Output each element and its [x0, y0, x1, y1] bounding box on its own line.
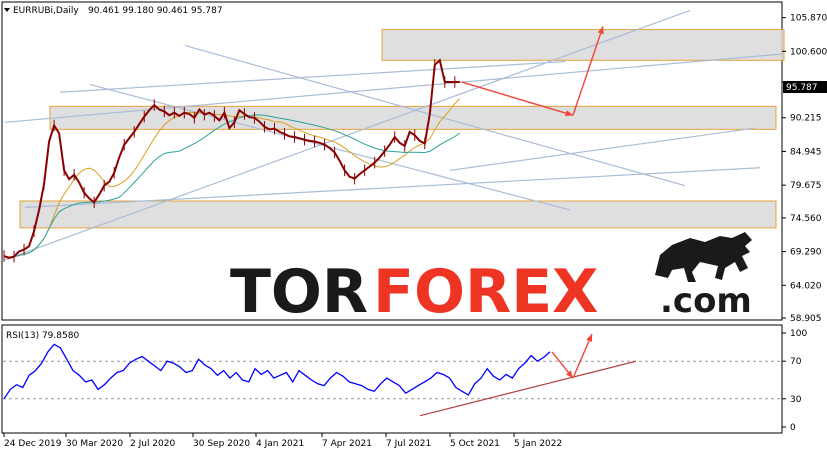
zone-2 [19, 200, 777, 229]
price-tick-label-1: 100.600 [790, 47, 827, 57]
price-tick-label-0: 105.870 [790, 14, 827, 24]
watermark-forex: FOREX [373, 257, 598, 327]
zone-0 [381, 29, 785, 61]
price-tick-label-4: 84.945 [790, 147, 822, 157]
rsi-panel [1, 324, 783, 434]
price-tick-label-5: 79.675 [790, 181, 822, 191]
rsi-tick-label-0: 100 [790, 329, 807, 339]
time-tick-label-7: 5 Oct 2021 [450, 439, 500, 449]
price-tick-label-8: 64.020 [790, 281, 822, 291]
price-axis: 105.870 100.600 90.215 84.945 79.675 74.560 69… [782, 14, 827, 324]
time-tick-label-6: 7 Jul 2021 [386, 439, 431, 449]
rsi-tick-label-2: 30 [790, 395, 802, 405]
time-tick-label-8: 5 Jan 2022 [514, 439, 562, 449]
time-tick-label-2: 2 Jul 2020 [130, 439, 175, 449]
symbol-label: EURRUBi,Daily [13, 6, 79, 16]
rsi-label: RSI(13) 79.8580 [6, 331, 79, 341]
time-tick-label-5: 7 Apr 2021 [322, 439, 372, 449]
rsi-tick-label-1: 70 [790, 357, 802, 367]
time-tick-label-4: 4 Jan 2021 [256, 439, 304, 449]
time-tick-label-1: 30 Mar 2020 [66, 439, 123, 449]
time-tick-label-3: 30 Sep 2020 [193, 439, 250, 449]
time-axis: 24 Dec 2019 30 Mar 2020 2 Jul 2020 30 Sep 2… [3, 433, 562, 449]
current-price-value: 95.787 [786, 83, 818, 93]
forex-chart: EURRUBi,Daily 90.461 99.180 90.461 95.78… [0, 0, 827, 455]
ohlc-readout: 90.461 99.180 90.461 95.787 [88, 6, 223, 16]
price-tick-label-7: 69.290 [790, 248, 822, 258]
price-tick-label-3: 90.215 [790, 114, 822, 124]
price-tick-label-9: 58.905 [790, 314, 822, 324]
rsi-tick-label-3: 0 [790, 423, 796, 433]
price-tick-label-6: 74.560 [790, 214, 822, 224]
rsi-axis: 100 70 30 0 [782, 329, 807, 433]
time-tick-label-0: 24 Dec 2019 [4, 439, 62, 449]
watermark-com: .com [660, 281, 752, 321]
watermark-tor: TOR [230, 257, 368, 327]
